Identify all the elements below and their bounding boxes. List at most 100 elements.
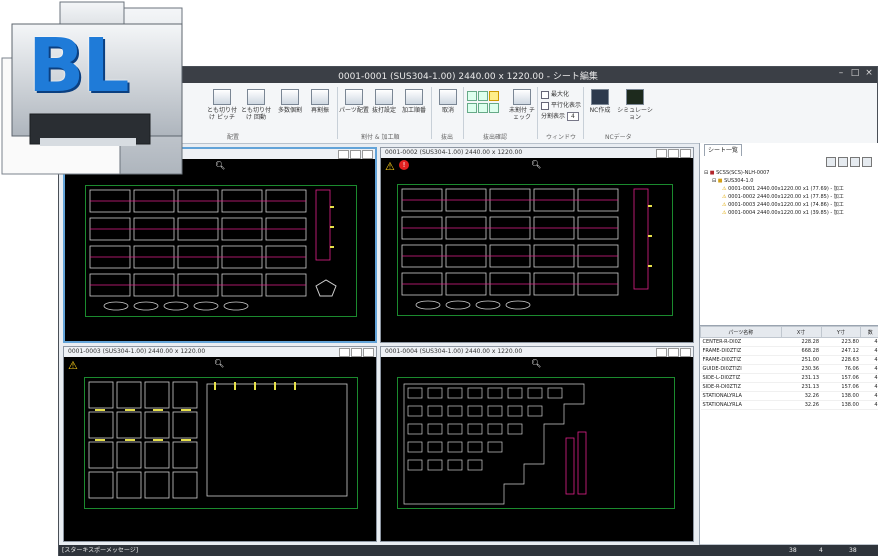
- checkbox[interactable]: [541, 101, 549, 110]
- pane-min-button[interactable]: [338, 150, 349, 159]
- table-row[interactable]: CENTER-R-DI0Z 228.28 223.80 4: [700, 337, 878, 347]
- maximize-button[interactable]: □: [849, 68, 861, 78]
- pane-close-button[interactable]: [680, 149, 691, 158]
- cell: SIDE-L-DI0ZTIZ: [700, 373, 782, 383]
- table-header: パーツ名称 X寸 Y寸 数: [700, 326, 878, 338]
- pane-min-button[interactable]: [656, 348, 667, 357]
- rotate-button[interactable]: とも切り付け 回動: [241, 89, 271, 121]
- part-place-button[interactable]: パーツ配置: [339, 89, 369, 114]
- zoom-tools[interactable]: [467, 91, 499, 117]
- pan-icon[interactable]: [489, 103, 499, 113]
- zoom-out-icon[interactable]: [478, 91, 488, 101]
- parts-table: パーツ名称 X寸 Y寸 数 CENTER-R-DI0Z 228.28 223.80 4…: [700, 325, 878, 410]
- maximize-option[interactable]: 最大化: [541, 89, 569, 99]
- zoom-fit-icon[interactable]: [467, 103, 477, 113]
- sheet-drawing[interactable]: [85, 185, 357, 317]
- sheet-pane-3[interactable]: 0001-0003 (SUS304-1.00) 2440.00 x 1220.0…: [63, 346, 377, 542]
- cell: 4: [860, 382, 878, 392]
- cell: 223.80: [821, 337, 861, 347]
- pane-min-button[interactable]: [339, 348, 350, 357]
- zoom-icon[interactable]: 🔍︎: [531, 359, 541, 368]
- pane-title: 0001-0004 (SUS304-1.00) 2440.00 x 1220.0…: [381, 347, 693, 357]
- add-icon[interactable]: [838, 157, 848, 167]
- nc-create-button[interactable]: NC作成: [585, 89, 615, 114]
- nest-layout: [401, 188, 652, 310]
- table-row[interactable]: FRAME-DI0ZTIZ 668.28 247.12 4: [700, 346, 878, 356]
- process-order-button[interactable]: 加工順番: [399, 89, 429, 114]
- sheet-drawing[interactable]: [84, 377, 358, 509]
- checkbox[interactable]: [541, 90, 549, 99]
- sheet-drawing[interactable]: [397, 377, 675, 509]
- table-row[interactable]: SIDE-L-DI0ZTIZ 231.13 157.06 4: [700, 373, 878, 383]
- status-value: 38: [789, 547, 797, 554]
- folder-icon: ■: [709, 170, 715, 176]
- pane-close-button[interactable]: [362, 150, 373, 159]
- pane-close-button[interactable]: [363, 348, 374, 357]
- split-display-select[interactable]: 分割表示 4: [541, 111, 579, 121]
- table-row[interactable]: STATIONALYRLA 32.26 138.00 4: [700, 391, 878, 401]
- error-icon: !: [399, 160, 409, 170]
- cell: 668.28: [781, 346, 822, 356]
- tree-material[interactable]: ⊟ ■ SUS304-1.0: [704, 177, 876, 185]
- punch-setting-button[interactable]: 抜打設定: [369, 89, 399, 114]
- nc-icon: [591, 89, 609, 105]
- unassigned-check-button[interactable]: 未割付 チェック: [507, 89, 537, 121]
- cancel-button[interactable]: 取消: [433, 89, 463, 114]
- pane-min-button[interactable]: [656, 149, 667, 158]
- tab-sheet-list[interactable]: シート一覧: [704, 144, 742, 156]
- refresh-icon[interactable]: [826, 157, 836, 167]
- tree-root[interactable]: ⊟ ■ SCSS(SCS)-NLH-0007: [704, 169, 876, 177]
- sheet-pane-4[interactable]: 0001-0004 (SUS304-1.00) 2440.00 x 1220.0…: [380, 346, 694, 542]
- table-row[interactable]: SIDE-R-DI0ZTIZ 231.13 157.06 4: [700, 382, 878, 392]
- cell: FRAME-DI0ZTIZ: [700, 346, 782, 356]
- group-label: ウィンドウ: [546, 134, 577, 141]
- pane-max-button[interactable]: [351, 348, 362, 357]
- tree-sheet-item[interactable]: ⚠ 0001-0003 2440.00x1220.00 x1 (74.86) -…: [704, 201, 876, 209]
- multi-part-button[interactable]: 多数個割: [275, 89, 305, 114]
- zoom-icon[interactable]: 🔍︎: [531, 160, 541, 169]
- sheet-pane-2[interactable]: 0001-0002 (SUS304-1.00) 2440.00 x 1220.0…: [380, 147, 694, 343]
- close-button[interactable]: ×: [863, 68, 875, 78]
- pane-max-button[interactable]: [350, 150, 361, 159]
- cell: 4: [860, 400, 878, 410]
- tree-sheet-item[interactable]: ⚠ 0001-0004 2440.00x1220.00 x1 (39.85) -…: [704, 209, 876, 217]
- ribbon-separator: [431, 87, 432, 139]
- nest-layout: [88, 381, 348, 499]
- pane-max-button[interactable]: [668, 348, 679, 357]
- group-label: 抜出: [441, 134, 454, 141]
- pane-max-button[interactable]: [668, 149, 679, 158]
- column-header[interactable]: パーツ名称: [700, 326, 782, 338]
- nest-layout: [89, 189, 337, 311]
- tree-sheet-item[interactable]: ⚠ 0001-0002 2440.00x1220.00 x1 (77.85) -…: [704, 193, 876, 201]
- settings-icon[interactable]: [862, 157, 872, 167]
- sheet-drawing[interactable]: [397, 184, 673, 316]
- split-value[interactable]: 4: [566, 112, 579, 121]
- pitch-button[interactable]: とも切り付け ピッチ: [207, 89, 237, 121]
- column-header[interactable]: 数: [860, 326, 878, 338]
- view-icon[interactable]: [850, 157, 860, 167]
- cell: 231.13: [781, 373, 822, 383]
- column-header[interactable]: Y寸: [820, 326, 862, 338]
- zoom-icon[interactable]: 🔍︎: [214, 359, 224, 368]
- minimize-button[interactable]: –: [835, 68, 847, 78]
- table-row[interactable]: FRAME-DI0ZTIZ 251.00 228.63 4: [700, 355, 878, 365]
- table-row[interactable]: GUIDE-DI0ZTIZI 230.36 76.06 4: [700, 364, 878, 374]
- cell: STATIONALYRLA: [700, 400, 782, 410]
- zoom-in-icon[interactable]: [467, 91, 477, 101]
- group-label: 抜出確認: [483, 134, 508, 141]
- cell: 157.06: [821, 373, 861, 383]
- pane-close-button[interactable]: [680, 348, 691, 357]
- parallel-display-option[interactable]: 平行化表示: [541, 100, 581, 110]
- simulation-button[interactable]: シミュレーション: [615, 89, 655, 121]
- table-row[interactable]: STATIONALYRLA 32.26 138.00 4: [700, 400, 878, 410]
- warning-icon: ⚠: [722, 210, 727, 216]
- ribbon-separator: [463, 87, 464, 139]
- column-header[interactable]: X寸: [780, 326, 822, 338]
- zoom-all-icon[interactable]: [478, 103, 488, 113]
- zoom-icon[interactable]: 🔍︎: [215, 161, 225, 170]
- tree-sheet-item[interactable]: ⚠ 0001-0001 2440.00x1220.00 x1 (77.69) -…: [704, 185, 876, 193]
- zoom-window-icon[interactable]: [489, 91, 499, 101]
- reassign-button[interactable]: 再割振: [305, 89, 335, 114]
- cell: 247.12: [821, 346, 861, 356]
- group-label: 割付 & 加工順: [361, 134, 400, 141]
